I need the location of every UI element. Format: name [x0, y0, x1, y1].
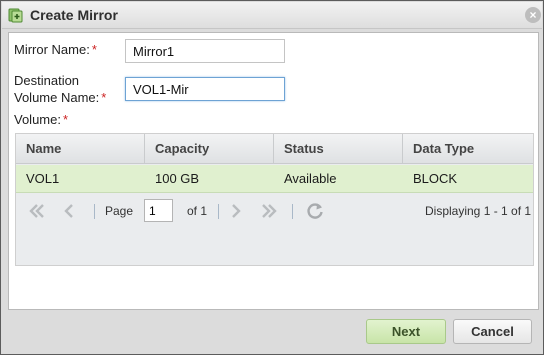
dialog-titlebar: Create Mirror ×: [2, 2, 542, 29]
page-count-label: of 1: [187, 204, 208, 218]
create-mirror-dialog: Create Mirror × Mirror Name:* Destinatio…: [0, 0, 544, 355]
page-number-input[interactable]: [144, 199, 173, 222]
column-header-capacity[interactable]: Capacity: [145, 134, 274, 164]
dialog-title: Create Mirror: [30, 7, 118, 23]
next-page-icon[interactable]: [229, 202, 243, 220]
destination-label-line2: Volume Name:: [14, 90, 100, 105]
close-icon[interactable]: ×: [525, 7, 541, 23]
cell-data-type: BLOCK: [413, 171, 458, 186]
pager-separator: [292, 204, 293, 219]
last-page-icon[interactable]: [260, 202, 278, 220]
column-header-status[interactable]: Status: [274, 134, 403, 164]
volume-label: Volume: *: [14, 111, 68, 128]
destination-volume-label: Destination Volume Name: *: [14, 72, 106, 106]
previous-page-icon[interactable]: [62, 202, 76, 220]
first-page-icon[interactable]: [28, 202, 46, 220]
page-label: Page: [105, 204, 134, 218]
volume-label-text: Volume:: [14, 112, 61, 127]
mirror-name-label-text: Mirror Name:: [14, 42, 90, 57]
destination-label-line1: Destination: [14, 73, 80, 88]
paging-toolbar: Page of 1 Displaying 1 - 1 of 1: [16, 194, 533, 228]
grid-header: Name Capacity Status Data Type: [16, 134, 533, 164]
next-button[interactable]: Next: [366, 319, 446, 344]
required-marker: *: [101, 90, 107, 105]
pager-separator: [218, 204, 219, 219]
cell-name: VOL1: [26, 171, 60, 186]
cell-capacity: 100 GB: [155, 171, 200, 186]
form-panel: Mirror Name:* Destination Volume Name:* …: [8, 32, 539, 310]
required-marker: *: [62, 112, 69, 127]
cell-status: Available: [284, 171, 337, 186]
column-header-name[interactable]: Name: [16, 134, 145, 164]
cancel-button[interactable]: Cancel: [453, 319, 532, 344]
volume-grid: Name Capacity Status Data Type VOL1 100 …: [15, 133, 534, 266]
refresh-icon[interactable]: [305, 201, 325, 221]
mirror-name-input[interactable]: [125, 39, 285, 63]
required-marker: *: [91, 42, 97, 57]
mirror-name-label: Mirror Name: *: [14, 41, 97, 58]
table-row[interactable]: VOL1 100 GB Available BLOCK: [16, 165, 533, 193]
column-header-data-type[interactable]: Data Type: [403, 134, 533, 164]
destination-volume-input[interactable]: [125, 77, 285, 101]
pager-separator: [94, 204, 95, 219]
dialog-footer: Next Cancel: [1, 310, 543, 355]
mirror-plus-icon: [8, 8, 23, 23]
paging-status: Displaying 1 - 1 of 1: [425, 204, 532, 218]
